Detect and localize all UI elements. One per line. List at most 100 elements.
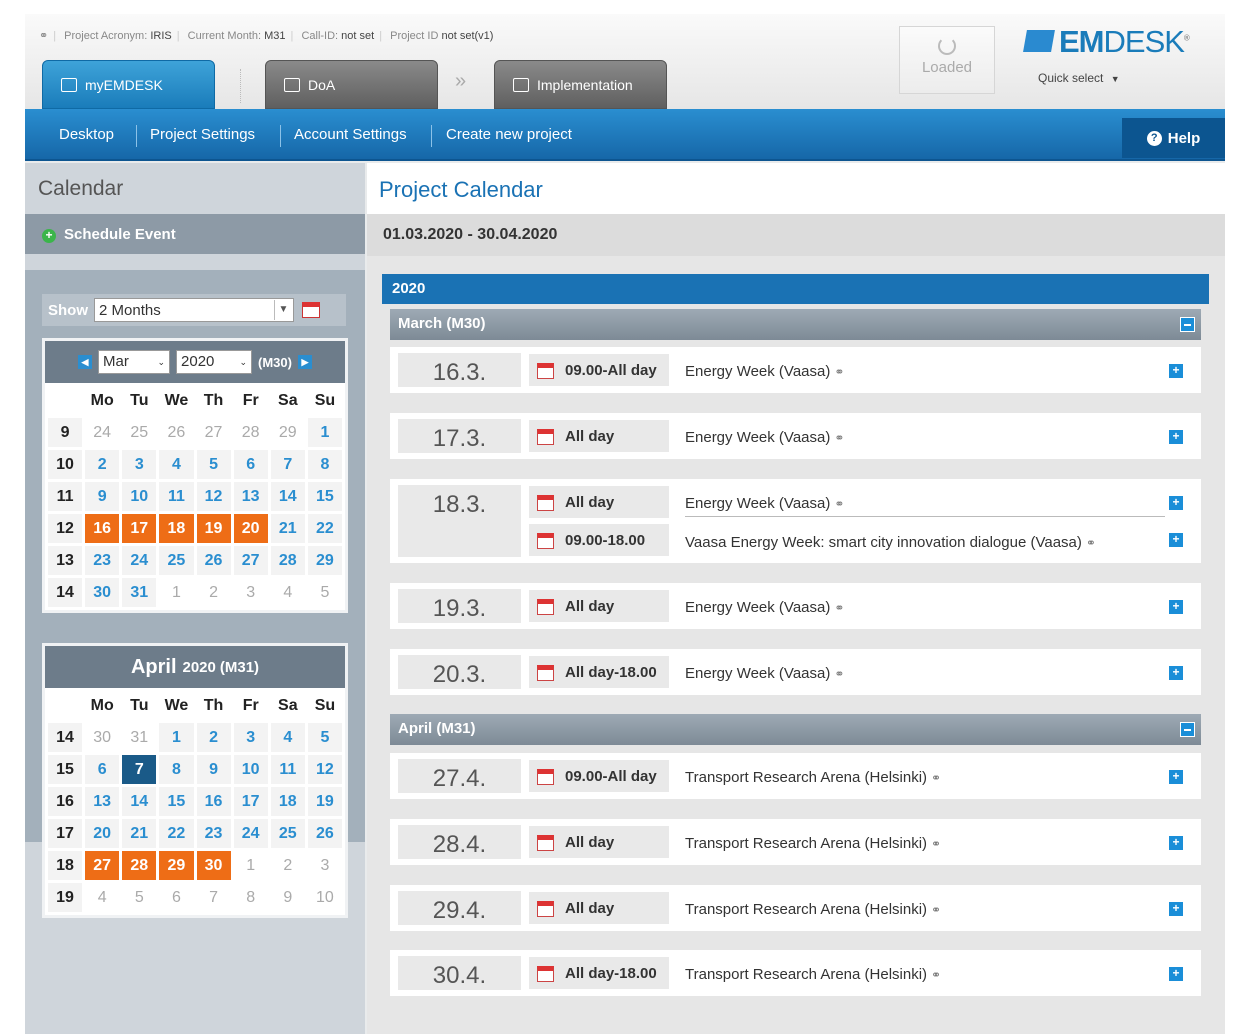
day-cell[interactable]: 9	[196, 755, 231, 784]
day-cell[interactable]: 22	[159, 819, 194, 848]
day-cell[interactable]: 3	[122, 450, 157, 479]
day-cell[interactable]: 8	[307, 450, 342, 479]
day-cell[interactable]: 23	[85, 546, 120, 575]
day-cell[interactable]: 26	[196, 546, 231, 575]
event-title[interactable]: Transport Research Arena (Helsinki) ⚭	[685, 835, 941, 852]
day-cell[interactable]: 25	[122, 418, 156, 447]
help-button[interactable]: ? Help	[1122, 118, 1225, 158]
expand-icon[interactable]: +	[1169, 770, 1183, 784]
day-cell-event[interactable]: 28	[122, 851, 157, 880]
day-cell[interactable]: 18	[270, 787, 305, 816]
day-cell[interactable]: 27	[197, 418, 231, 447]
collapse-icon[interactable]	[1180, 317, 1195, 332]
day-cell-event[interactable]: 19	[196, 514, 231, 543]
nav-desktop[interactable]: Desktop	[59, 126, 114, 143]
day-cell[interactable]: 26	[159, 418, 193, 447]
day-cell[interactable]: 9	[271, 883, 305, 912]
day-cell[interactable]: 9	[85, 482, 120, 511]
day-cell[interactable]: 12	[307, 755, 342, 784]
day-cell[interactable]: 30	[85, 723, 119, 752]
event-title[interactable]: Transport Research Arena (Helsinki) ⚭	[685, 901, 941, 918]
day-cell[interactable]: 2	[197, 578, 231, 607]
day-cell[interactable]: 25	[270, 819, 305, 848]
event-title[interactable]: Energy Week (Vaasa) ⚭	[685, 429, 844, 446]
day-cell[interactable]: 10	[122, 482, 157, 511]
year-select[interactable]: 2020 ⌄	[176, 350, 253, 374]
day-cell[interactable]: 5	[308, 578, 342, 607]
event-title[interactable]: Energy Week (Vaasa) ⚭	[685, 495, 1165, 517]
tab-doa[interactable]: DoA	[265, 60, 438, 109]
event-title[interactable]: Energy Week (Vaasa) ⚭	[685, 599, 844, 616]
day-cell[interactable]: 21	[122, 819, 157, 848]
nav-project-settings[interactable]: Project Settings	[150, 126, 255, 143]
event-title[interactable]: Energy Week (Vaasa) ⚭	[685, 665, 844, 682]
day-cell[interactable]: 13	[85, 787, 120, 816]
day-cell[interactable]: 16	[196, 787, 231, 816]
day-cell[interactable]: 1	[159, 723, 194, 752]
nav-account-settings[interactable]: Account Settings	[294, 126, 407, 143]
event-title[interactable]: Energy Week (Vaasa) ⚭	[685, 363, 844, 380]
collapse-icon[interactable]	[1180, 722, 1195, 737]
day-cell[interactable]: 3	[233, 723, 268, 752]
event-title[interactable]: Vaasa Energy Week: smart city innovation…	[685, 534, 1096, 551]
day-cell[interactable]: 1	[234, 851, 268, 880]
event-title[interactable]: Transport Research Arena (Helsinki) ⚭	[685, 966, 941, 983]
day-cell-event[interactable]: 17	[122, 514, 157, 543]
nav-create-project[interactable]: Create new project	[446, 126, 572, 143]
day-cell-event[interactable]: 18	[159, 514, 194, 543]
day-cell[interactable]: 5	[307, 723, 342, 752]
day-cell[interactable]: 1	[307, 418, 342, 447]
day-cell[interactable]: 4	[85, 883, 119, 912]
day-cell-event[interactable]: 16	[85, 514, 120, 543]
expand-icon[interactable]: +	[1169, 496, 1183, 510]
day-cell[interactable]: 21	[270, 514, 305, 543]
expand-icon[interactable]: +	[1169, 902, 1183, 916]
day-cell[interactable]: 14	[122, 787, 157, 816]
day-cell[interactable]: 15	[307, 482, 342, 511]
day-cell[interactable]: 4	[271, 578, 305, 607]
expand-icon[interactable]: +	[1169, 666, 1183, 680]
month-select[interactable]: Mar ⌄	[98, 350, 171, 374]
expand-icon[interactable]: +	[1169, 836, 1183, 850]
day-cell[interactable]: 4	[159, 450, 194, 479]
day-cell[interactable]: 11	[159, 482, 194, 511]
day-cell[interactable]: 11	[270, 755, 305, 784]
day-cell-event[interactable]: 29	[159, 851, 194, 880]
day-cell-event[interactable]: 27	[85, 851, 120, 880]
quick-select-dropdown[interactable]: Quick select ▼	[1038, 71, 1120, 85]
day-cell[interactable]: 8	[234, 883, 268, 912]
day-cell[interactable]: 6	[85, 755, 120, 784]
day-cell[interactable]: 17	[233, 787, 268, 816]
expand-icon[interactable]: +	[1169, 600, 1183, 614]
expand-icon[interactable]: +	[1169, 364, 1183, 378]
day-cell[interactable]: 7	[197, 883, 231, 912]
show-range-select[interactable]: 2 Months ▼	[94, 298, 294, 322]
expand-icon[interactable]: +	[1169, 967, 1183, 981]
day-cell[interactable]: 15	[159, 787, 194, 816]
link-icon[interactable]: ⚭	[39, 30, 48, 42]
day-cell[interactable]: 4	[270, 723, 305, 752]
day-cell[interactable]: 23	[196, 819, 231, 848]
expand-icon[interactable]: +	[1169, 533, 1183, 547]
day-cell[interactable]: 29	[271, 418, 305, 447]
day-cell[interactable]: 29	[307, 546, 342, 575]
day-cell-event[interactable]: 20	[233, 514, 268, 543]
day-cell[interactable]: 1	[159, 578, 193, 607]
day-cell[interactable]: 22	[307, 514, 342, 543]
day-cell[interactable]: 19	[307, 787, 342, 816]
day-cell[interactable]: 24	[233, 819, 268, 848]
day-cell[interactable]: 12	[196, 482, 231, 511]
expand-icon[interactable]: +	[1169, 430, 1183, 444]
day-cell[interactable]: 6	[233, 450, 268, 479]
day-cell[interactable]: 2	[271, 851, 305, 880]
day-cell[interactable]: 20	[85, 819, 120, 848]
day-cell[interactable]: 3	[234, 578, 268, 607]
day-cell-today[interactable]: 7	[122, 755, 157, 784]
day-cell[interactable]: 25	[159, 546, 194, 575]
day-cell[interactable]: 10	[308, 883, 342, 912]
calendar-icon[interactable]	[302, 302, 320, 318]
day-cell[interactable]: 28	[270, 546, 305, 575]
day-cell[interactable]: 8	[159, 755, 194, 784]
tab-implementation[interactable]: Implementation	[494, 60, 667, 109]
event-title[interactable]: Transport Research Arena (Helsinki) ⚭	[685, 769, 941, 786]
